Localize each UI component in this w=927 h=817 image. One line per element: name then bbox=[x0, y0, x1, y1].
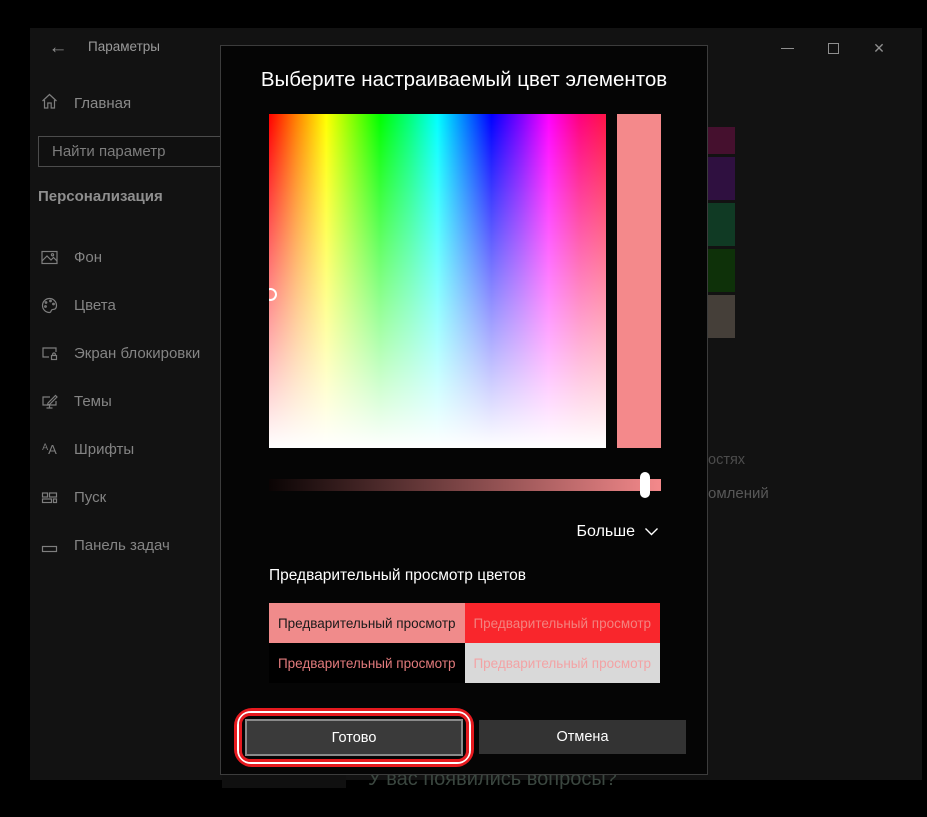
start-icon bbox=[40, 488, 59, 507]
maximize-icon bbox=[828, 43, 839, 54]
screenshot-root: ← Параметры ✕ Главная Найти параметр Пер… bbox=[0, 0, 927, 817]
close-icon: ✕ bbox=[873, 41, 885, 55]
color-preview-heading: Предварительный просмотр цветов bbox=[269, 567, 526, 585]
close-button[interactable]: ✕ bbox=[856, 28, 902, 68]
app-title: Параметры bbox=[88, 39, 160, 54]
dialog-title: Выберите настраиваемый цвет элементов bbox=[221, 68, 707, 92]
fonts-icon: АА bbox=[40, 440, 59, 459]
color-preview-grid: Предварительный просмотр Предварительный… bbox=[269, 603, 660, 683]
accent-swatch[interactable] bbox=[708, 249, 735, 292]
sidebar-item-themes[interactable]: Темы bbox=[30, 377, 245, 425]
accent-swatch[interactable] bbox=[708, 203, 735, 246]
brightness-slider[interactable] bbox=[269, 479, 661, 491]
red-highlight-annotation: Готово bbox=[234, 708, 474, 767]
sidebar-item-taskbar[interactable]: Панель задач bbox=[30, 521, 245, 569]
minimize-button[interactable] bbox=[764, 28, 810, 68]
colors-palette-icon bbox=[40, 296, 59, 315]
color-spectrum-picker[interactable] bbox=[269, 114, 606, 448]
sidebar-nav: Фон Цвета Экран блокировки Темы bbox=[30, 233, 245, 569]
background-icon bbox=[40, 248, 59, 267]
clipped-text: омлений bbox=[708, 485, 769, 502]
back-arrow-icon[interactable]: ← bbox=[42, 34, 74, 62]
accent-swatch[interactable] bbox=[708, 295, 735, 338]
brightness-slider-thumb[interactable] bbox=[640, 472, 650, 498]
color-picker-dialog: Выберите настраиваемый цвет элементов Бо… bbox=[220, 45, 708, 775]
preview-tile-accent-bg: Предварительный просмотр bbox=[269, 603, 465, 643]
preview-tile-red-bg: Предварительный просмотр bbox=[465, 603, 661, 643]
more-label: Больше bbox=[577, 523, 635, 541]
sidebar-item-label: Фон bbox=[74, 249, 102, 266]
home-label: Главная bbox=[74, 95, 131, 112]
sidebar-item-label: Пуск bbox=[74, 489, 106, 506]
selected-color-bar bbox=[617, 114, 661, 448]
more-dropdown[interactable]: Больше bbox=[577, 523, 659, 541]
minimize-icon bbox=[781, 48, 794, 49]
sidebar-item-colors[interactable]: Цвета bbox=[30, 281, 245, 329]
accent-swatch[interactable] bbox=[708, 127, 735, 154]
accent-swatch-column bbox=[708, 127, 735, 341]
sidebar-item-label: Шрифты bbox=[74, 441, 134, 458]
annotation-white-ring: Готово bbox=[237, 711, 471, 764]
sidebar-item-home[interactable]: Главная bbox=[40, 92, 131, 115]
sidebar-item-label: Темы bbox=[74, 393, 112, 410]
section-heading: Персонализация bbox=[38, 188, 163, 205]
search-placeholder: Найти параметр bbox=[39, 143, 166, 160]
chevron-down-icon bbox=[644, 527, 659, 537]
preview-tile-dark-bg: Предварительный просмотр bbox=[269, 643, 465, 683]
search-input[interactable]: Найти параметр bbox=[38, 136, 230, 167]
sidebar-item-label: Экран блокировки bbox=[74, 345, 200, 362]
done-button[interactable]: Готово bbox=[245, 719, 463, 756]
sidebar-item-label: Цвета bbox=[74, 297, 116, 314]
maximize-button[interactable] bbox=[810, 28, 856, 68]
accent-swatch[interactable] bbox=[708, 157, 735, 200]
lock-screen-icon bbox=[40, 344, 59, 363]
color-selector-ring[interactable] bbox=[269, 288, 277, 301]
sidebar-item-fonts[interactable]: АА Шрифты bbox=[30, 425, 245, 473]
cancel-button[interactable]: Отмена bbox=[479, 720, 686, 754]
clipped-text: остях bbox=[708, 452, 745, 468]
preview-tile-light-bg: Предварительный просмотр bbox=[465, 643, 661, 683]
taskbar-icon bbox=[40, 536, 59, 555]
home-icon bbox=[40, 92, 59, 115]
annotation-inner-ring: Готово bbox=[239, 713, 469, 762]
sidebar-item-start[interactable]: Пуск bbox=[30, 473, 245, 521]
sidebar-item-lock-screen[interactable]: Экран блокировки bbox=[30, 329, 245, 377]
sidebar-item-background[interactable]: Фон bbox=[30, 233, 245, 281]
sidebar-item-label: Панель задач bbox=[74, 537, 170, 554]
themes-icon bbox=[40, 392, 59, 411]
